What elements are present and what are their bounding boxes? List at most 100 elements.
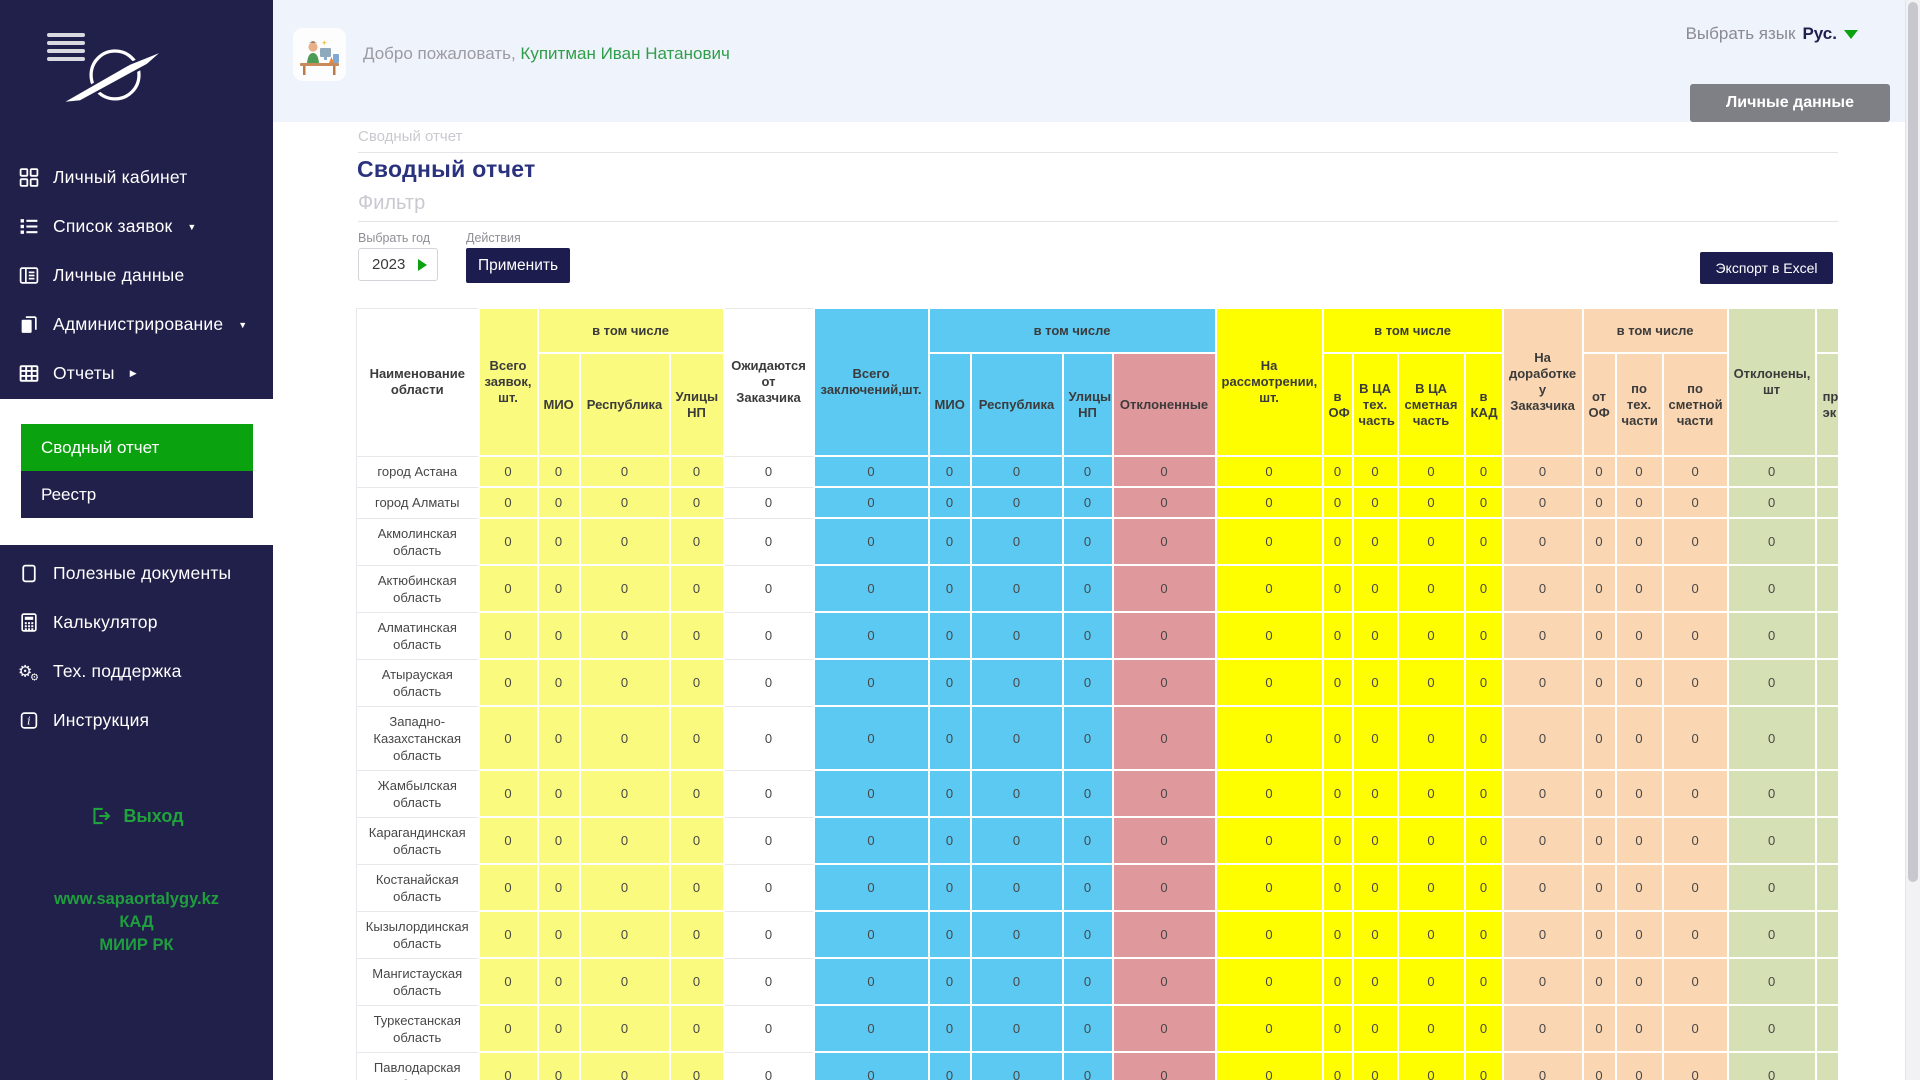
sidebar-item-doc[interactable]: Полезные документы [0, 549, 273, 598]
value-cell: 0 [724, 518, 814, 565]
value-cell: 0 [971, 1052, 1063, 1080]
value-cell: 0 [538, 770, 580, 817]
sidebar-item-copy[interactable]: Администрирование▼ [0, 300, 273, 349]
value-cell: 0 [1216, 864, 1323, 911]
value-cell: 0 [814, 518, 929, 565]
value-cell: 0 [1583, 518, 1616, 565]
sidebar-footer-line: МИИР РК [0, 934, 273, 957]
value-cell: 0 [670, 770, 724, 817]
sidebar-item-label: Администрирование [53, 314, 223, 335]
value-cell: 0 [1503, 565, 1583, 612]
value-cell: 0 [538, 958, 580, 1005]
list-icon [18, 216, 40, 237]
value-cell: 0 [670, 612, 724, 659]
value-cell [1816, 612, 1838, 659]
language-value: Рус. [1802, 24, 1837, 44]
value-cell: 0 [1663, 1005, 1728, 1052]
value-cell: 0 [814, 487, 929, 518]
value-cell: 0 [1323, 770, 1353, 817]
export-excel-button[interactable]: Экспорт в Excel [1700, 252, 1833, 284]
column-header: пр эк [1816, 353, 1838, 456]
value-cell: 0 [1728, 518, 1816, 565]
value-cell: 0 [1398, 1005, 1465, 1052]
value-cell: 0 [1616, 706, 1663, 770]
column-group-header: в том числе [538, 308, 724, 353]
value-cell: 0 [1728, 817, 1816, 864]
value-cell: 0 [724, 659, 814, 706]
value-cell: 0 [1216, 612, 1323, 659]
user-name[interactable]: Купитман Иван Натанович [520, 44, 729, 63]
value-cell: 0 [1663, 770, 1728, 817]
value-cell: 0 [670, 817, 724, 864]
column-group-header: На доработке у Заказчика [1503, 308, 1583, 456]
region-cell: Костанайская область [357, 864, 479, 911]
value-cell: 0 [670, 456, 724, 487]
chevron-down-icon: ▼ [187, 222, 196, 232]
sidebar-item-grid[interactable]: Личный кабинет [0, 153, 273, 202]
sidebar-item-gear[interactable]: ⚙⚙Тех. поддержка [0, 647, 273, 696]
sidebar-item-list[interactable]: Список заявок▼ [0, 202, 273, 251]
value-cell: 0 [724, 1052, 814, 1080]
value-cell: 0 [1323, 487, 1353, 518]
region-cell: Карагандинская область [357, 817, 479, 864]
value-cell [1816, 659, 1838, 706]
value-cell: 0 [971, 706, 1063, 770]
logout-button[interactable]: Выход [0, 798, 273, 834]
value-cell: 0 [1113, 565, 1216, 612]
value-cell: 0 [1728, 911, 1816, 958]
value-cell: 0 [580, 612, 670, 659]
sidebar-item-info[interactable]: iИнструкция [0, 696, 273, 745]
value-cell: 0 [1616, 770, 1663, 817]
welcome-prefix: Добро пожаловать, [363, 44, 516, 63]
personal-data-button[interactable]: Личные данные [1690, 84, 1890, 122]
value-cell: 0 [1663, 706, 1728, 770]
value-cell: 0 [929, 565, 971, 612]
value-cell: 0 [1728, 659, 1816, 706]
sidebar-item-label: Инструкция [53, 710, 149, 731]
sidebar-menu-top: Личный кабинетСписок заявок▼Личные данны… [0, 153, 273, 398]
value-cell [1816, 456, 1838, 487]
value-cell [1816, 487, 1838, 518]
sidebar-footer-line: КАД [0, 911, 273, 934]
value-cell: 0 [1465, 770, 1503, 817]
value-cell: 0 [1583, 456, 1616, 487]
app-logo [58, 44, 168, 108]
value-cell: 0 [1663, 911, 1728, 958]
table-row: Туркестанская область0000000000000000000… [357, 1005, 1839, 1052]
value-cell: 0 [538, 659, 580, 706]
column-header: Улицы НП [670, 353, 724, 456]
value-cell: 0 [1503, 817, 1583, 864]
sidebar-item-card[interactable]: Личные данные [0, 251, 273, 300]
column-header: в КАД [1465, 353, 1503, 456]
value-cell: 0 [1503, 612, 1583, 659]
scrollbar-thumb[interactable] [1908, 2, 1918, 882]
value-cell: 0 [1465, 518, 1503, 565]
value-cell: 0 [1063, 487, 1113, 518]
value-cell: 0 [670, 487, 724, 518]
value-cell: 0 [479, 456, 538, 487]
region-cell: Туркестанская область [357, 1005, 479, 1052]
value-cell: 0 [1216, 1005, 1323, 1052]
value-cell: 0 [814, 770, 929, 817]
gear-icon: ⚙⚙ [18, 661, 40, 682]
chevron-down-icon [1844, 30, 1858, 39]
sidebar-subitem[interactable]: Реестр [21, 471, 253, 518]
value-cell: 0 [929, 911, 971, 958]
value-cell: 0 [479, 911, 538, 958]
value-cell: 0 [1616, 817, 1663, 864]
value-cell: 0 [1113, 1005, 1216, 1052]
value-cell: 0 [1503, 958, 1583, 1005]
value-cell: 0 [1216, 770, 1323, 817]
value-cell: 0 [1616, 1052, 1663, 1080]
sidebar-item-table[interactable]: Отчеты▶ [0, 349, 273, 398]
logout-label: Выход [123, 806, 183, 827]
language-selector[interactable]: Выбрать язык Рус. [1686, 24, 1858, 44]
table-row: Павлодарская область00000000000000000000 [357, 1052, 1839, 1080]
value-cell: 0 [1728, 864, 1816, 911]
year-select[interactable]: 2023 [358, 248, 438, 281]
value-cell: 0 [814, 612, 929, 659]
sidebar-subitem[interactable]: Сводный отчет [21, 424, 253, 471]
value-cell [1816, 864, 1838, 911]
sidebar-item-calc[interactable]: Калькулятор [0, 598, 273, 647]
apply-button[interactable]: Применить [466, 248, 570, 283]
